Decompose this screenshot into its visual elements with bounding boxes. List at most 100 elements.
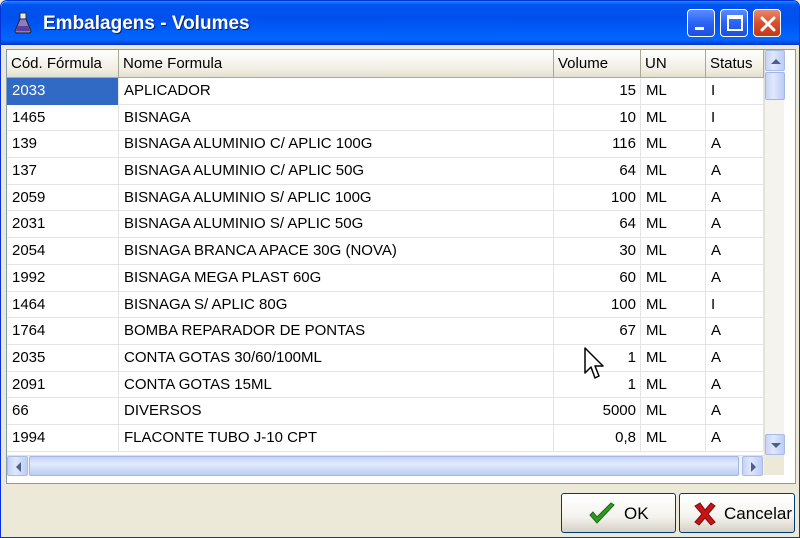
table-row[interactable]: 2033 APLICADOR 15 ML I — [7, 78, 764, 105]
table-row[interactable]: 1994 FLACONTE TUBO J-10 CPT 0,8 ML A — [7, 424, 764, 452]
cell-nome-formula[interactable]: CONTA GOTAS 30/60/100ML — [119, 344, 554, 372]
cell-un[interactable]: ML — [641, 424, 706, 452]
cell-cod-formula[interactable]: 2035 — [7, 344, 119, 372]
column-header-un[interactable]: UN — [641, 50, 706, 78]
horizontal-scrollbar[interactable] — [7, 455, 764, 476]
vertical-scrollbar[interactable] — [764, 50, 785, 455]
scroll-left-button[interactable] — [7, 456, 28, 476]
cell-volume[interactable]: 30 — [554, 238, 641, 265]
cell-status[interactable]: A — [706, 371, 764, 399]
cell-volume[interactable]: 5000 — [554, 398, 641, 425]
table-row[interactable]: 66 DIVERSOS 5000 ML A — [7, 398, 764, 425]
column-header-cod-formula[interactable]: Cód. Fórmula — [7, 50, 119, 78]
cell-cod-formula[interactable]: 1465 — [7, 104, 119, 132]
minimize-button[interactable] — [687, 9, 715, 37]
cell-status[interactable]: A — [706, 238, 764, 265]
cell-cod-formula[interactable]: 2059 — [7, 184, 119, 212]
cell-nome-formula[interactable]: BOMBA REPARADOR DE PONTAS — [119, 318, 554, 345]
ok-button[interactable]: OK — [561, 493, 676, 533]
cell-volume[interactable]: 100 — [554, 291, 641, 319]
cell-volume[interactable]: 10 — [554, 104, 641, 132]
cell-un[interactable]: ML — [641, 398, 706, 425]
cell-cod-formula[interactable]: 139 — [7, 131, 119, 159]
cell-cod-formula[interactable]: 66 — [7, 398, 119, 425]
cell-status[interactable]: A — [706, 344, 764, 372]
table-row[interactable]: 1992 BISNAGA MEGA PLAST 60G 60 ML A — [7, 264, 764, 292]
cell-un[interactable]: ML — [641, 78, 706, 105]
table-row[interactable]: 139 BISNAGA ALUMINIO C/ APLIC 100G 116 ML A — [7, 131, 764, 159]
cell-un[interactable]: ML — [641, 131, 706, 159]
cell-un[interactable]: ML — [641, 264, 706, 292]
cell-un[interactable]: ML — [641, 318, 706, 345]
scroll-up-button[interactable] — [765, 50, 785, 71]
volumes-grid[interactable]: Cód. Fórmula Nome Formula Volume UN Stat… — [6, 49, 796, 484]
cell-volume[interactable]: 15 — [554, 78, 641, 105]
cell-status[interactable]: A — [706, 131, 764, 159]
cell-nome-formula[interactable]: DIVERSOS — [119, 398, 554, 425]
cell-cod-formula[interactable]: 1994 — [7, 424, 119, 452]
cancel-button[interactable]: Cancelar — [679, 493, 795, 533]
table-row[interactable]: 1764 BOMBA REPARADOR DE PONTAS 67 ML A — [7, 318, 764, 345]
cell-status[interactable]: A — [706, 264, 764, 292]
scroll-down-button[interactable] — [765, 434, 785, 455]
table-row[interactable]: 1464 BISNAGA S/ APLIC 80G 100 ML I — [7, 291, 764, 319]
cell-nome-formula[interactable]: BISNAGA ALUMINIO S/ APLIC 50G — [119, 211, 554, 239]
table-row[interactable]: 2031 BISNAGA ALUMINIO S/ APLIC 50G 64 ML A — [7, 211, 764, 239]
table-row[interactable]: 1465 BISNAGA 10 ML I — [7, 104, 764, 132]
maximize-button[interactable] — [720, 9, 748, 37]
cell-volume[interactable]: 64 — [554, 158, 641, 185]
cell-cod-formula[interactable]: 2091 — [7, 371, 119, 399]
table-row[interactable]: 2091 CONTA GOTAS 15ML 1 ML A — [7, 371, 764, 399]
cell-un[interactable]: ML — [641, 238, 706, 265]
cell-volume[interactable]: 64 — [554, 211, 641, 239]
cell-un[interactable]: ML — [641, 344, 706, 372]
cell-nome-formula[interactable]: FLACONTE TUBO J-10 CPT — [119, 424, 554, 452]
table-row[interactable]: 2035 CONTA GOTAS 30/60/100ML 1 ML A — [7, 344, 764, 372]
horizontal-scroll-thumb[interactable] — [29, 456, 739, 476]
column-header-nome-formula[interactable]: Nome Formula — [119, 50, 554, 78]
cell-status[interactable]: I — [706, 78, 764, 105]
column-header-status[interactable]: Status — [706, 50, 764, 78]
cell-nome-formula[interactable]: APLICADOR — [119, 78, 554, 105]
cell-un[interactable]: ML — [641, 291, 706, 319]
cell-cod-formula[interactable]: 1764 — [7, 318, 119, 345]
cell-cod-formula[interactable]: 2054 — [7, 238, 119, 265]
scroll-right-button[interactable] — [742, 456, 763, 476]
cell-volume[interactable]: 0,8 — [554, 424, 641, 452]
cell-un[interactable]: ML — [641, 104, 706, 132]
cell-volume[interactable]: 116 — [554, 131, 641, 159]
cell-cod-formula[interactable]: 1464 — [7, 291, 119, 319]
cell-un[interactable]: ML — [641, 184, 706, 212]
cell-nome-formula[interactable]: BISNAGA BRANCA APACE 30G (NOVA) — [119, 238, 554, 265]
vertical-scroll-thumb[interactable] — [765, 72, 785, 100]
cell-un[interactable]: ML — [641, 158, 706, 185]
cell-status[interactable]: A — [706, 424, 764, 452]
cell-nome-formula[interactable]: BISNAGA S/ APLIC 80G — [119, 291, 554, 319]
cell-status[interactable]: I — [706, 104, 764, 132]
cell-nome-formula[interactable]: BISNAGA — [119, 104, 554, 132]
cell-cod-formula[interactable]: 2031 — [7, 211, 119, 239]
cell-cod-formula[interactable]: 1992 — [7, 264, 119, 292]
cell-status[interactable]: I — [706, 291, 764, 319]
cell-nome-formula[interactable]: CONTA GOTAS 15ML — [119, 371, 554, 399]
table-row[interactable]: 137 BISNAGA ALUMINIO C/ APLIC 50G 64 ML A — [7, 158, 764, 185]
cell-nome-formula[interactable]: BISNAGA MEGA PLAST 60G — [119, 264, 554, 292]
cell-un[interactable]: ML — [641, 211, 706, 239]
cell-nome-formula[interactable]: BISNAGA ALUMINIO C/ APLIC 100G — [119, 131, 554, 159]
cell-volume[interactable]: 67 — [554, 318, 641, 345]
cell-volume[interactable]: 60 — [554, 264, 641, 292]
table-row[interactable]: 2059 BISNAGA ALUMINIO S/ APLIC 100G 100 ML A — [7, 184, 764, 212]
cell-cod-formula[interactable]: 137 — [7, 158, 119, 185]
cell-cod-formula[interactable]: 2033 — [7, 78, 119, 105]
column-header-volume[interactable]: Volume — [554, 50, 641, 78]
cell-status[interactable]: A — [706, 398, 764, 425]
cell-nome-formula[interactable]: BISNAGA ALUMINIO S/ APLIC 100G — [119, 184, 554, 212]
cell-nome-formula[interactable]: BISNAGA ALUMINIO C/ APLIC 50G — [119, 158, 554, 185]
cell-volume[interactable]: 100 — [554, 184, 641, 212]
cell-status[interactable]: A — [706, 318, 764, 345]
cell-status[interactable]: A — [706, 184, 764, 212]
title-bar[interactable]: Embalagens - Volumes — [1, 1, 799, 45]
cell-status[interactable]: A — [706, 158, 764, 185]
cell-status[interactable]: A — [706, 211, 764, 239]
close-button[interactable] — [753, 9, 781, 37]
